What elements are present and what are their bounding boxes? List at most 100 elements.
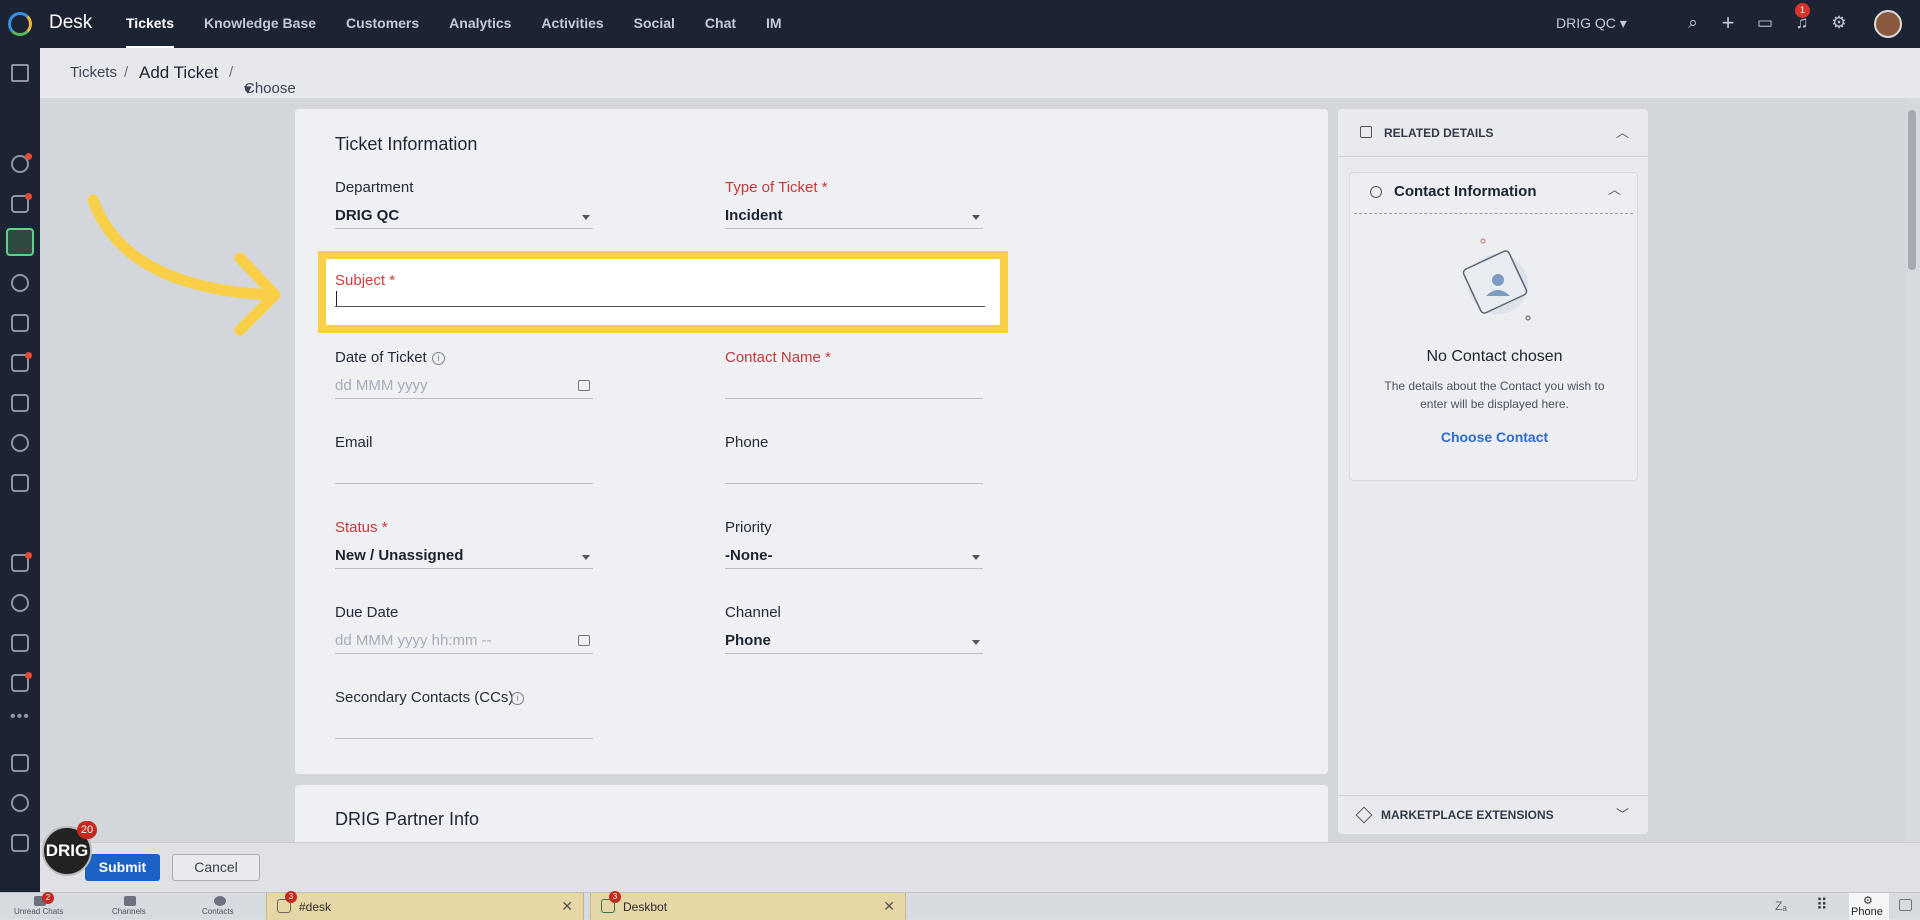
dialpad-icon[interactable]: ⠿ bbox=[1816, 895, 1828, 915]
info-icon[interactable]: i bbox=[511, 692, 524, 705]
report-icon[interactable] bbox=[11, 474, 29, 492]
form-action-bar: Submit Cancel bbox=[40, 842, 1920, 892]
phone-input[interactable] bbox=[725, 483, 983, 484]
more-icon[interactable]: ••• bbox=[10, 708, 30, 726]
marketplace-title: MARKETPLACE EXTENSIONS bbox=[1381, 808, 1554, 822]
subject-label: Subject * bbox=[335, 272, 396, 289]
page-scrollbar[interactable] bbox=[1905, 98, 1920, 842]
choose-contact-link[interactable]: Choose Contact bbox=[1350, 429, 1639, 445]
chat-tab-deskbot[interactable]: 3 Deskbot ✕ bbox=[590, 891, 906, 920]
search-icon[interactable]: ⌕ bbox=[1683, 13, 1703, 33]
status-underline bbox=[335, 568, 593, 569]
subject-input[interactable] bbox=[335, 306, 985, 307]
chevron-down-icon[interactable] bbox=[972, 555, 980, 560]
home-icon[interactable] bbox=[11, 64, 29, 82]
bolt-icon[interactable] bbox=[11, 594, 29, 612]
sidebar-alert-dot bbox=[25, 672, 32, 679]
unread-chats-badge: 2 bbox=[42, 892, 54, 904]
status-select[interactable]: New / Unassigned bbox=[335, 547, 463, 564]
close-icon[interactable]: ✕ bbox=[883, 898, 895, 915]
section-title: Ticket Information bbox=[335, 134, 478, 154]
divider bbox=[1354, 213, 1633, 214]
calendar-icon[interactable] bbox=[578, 380, 590, 391]
cancel-button[interactable]: Cancel bbox=[172, 854, 260, 881]
chevron-down-icon[interactable]: ﹀ bbox=[1616, 804, 1629, 823]
phone-widget[interactable]: ⚙ Phone bbox=[1849, 893, 1889, 920]
unread-chats-label[interactable]: Unread Chats bbox=[14, 907, 63, 916]
user-avatar[interactable] bbox=[1874, 10, 1902, 38]
partner-section-title: DRIG Partner Info bbox=[335, 809, 480, 829]
priority-label: Priority bbox=[725, 519, 772, 536]
nav-knowledge-base[interactable]: Knowledge Base bbox=[204, 0, 316, 48]
channel-select[interactable]: Phone bbox=[725, 632, 771, 649]
contact-book-illustration-icon bbox=[1462, 238, 1531, 321]
chat-tab-badge: 3 bbox=[285, 891, 297, 903]
org-name: DRIG QC bbox=[1556, 15, 1616, 31]
close-icon[interactable]: ✕ bbox=[561, 898, 573, 915]
contact-info-title: Contact Information bbox=[1394, 183, 1537, 200]
bug-icon[interactable] bbox=[11, 314, 29, 332]
channels-label[interactable]: Channels bbox=[112, 907, 146, 916]
chevron-down-icon[interactable] bbox=[972, 215, 980, 220]
nav-chat[interactable]: Chat bbox=[705, 0, 736, 48]
ticket-queue-icon[interactable]: ▭ bbox=[1755, 13, 1775, 33]
related-details-title: RELATED DETAILS bbox=[1384, 126, 1494, 140]
archive-icon[interactable] bbox=[1899, 899, 1912, 911]
calendar-icon[interactable] bbox=[578, 635, 590, 646]
nav-analytics[interactable]: Analytics bbox=[449, 0, 511, 48]
date-of-ticket-label: Date of Ticket bbox=[335, 349, 427, 366]
priority-select[interactable]: -None- bbox=[725, 547, 773, 564]
due-date-label: Due Date bbox=[335, 604, 399, 621]
chevron-down-icon: ▾ bbox=[244, 81, 252, 98]
nav-customers[interactable]: Customers bbox=[346, 0, 419, 48]
breadcrumb-tickets[interactable]: Tickets bbox=[70, 64, 117, 81]
cc-input[interactable] bbox=[335, 738, 593, 739]
chevron-down-icon[interactable] bbox=[972, 640, 980, 645]
tickets-module-icon[interactable] bbox=[6, 228, 34, 256]
nav-tickets[interactable]: Tickets bbox=[126, 0, 174, 48]
nav-activities[interactable]: Activities bbox=[541, 0, 603, 48]
breadcrumb-add-ticket: Add Ticket bbox=[139, 63, 219, 82]
scrollbar-thumb[interactable] bbox=[1908, 110, 1916, 270]
app-name[interactable]: Desk bbox=[49, 12, 92, 34]
channels-icon[interactable] bbox=[124, 896, 136, 906]
contact-information-card: Contact Information ︿ No Contact chosen … bbox=[1349, 172, 1638, 481]
chevron-up-icon[interactable]: ︿ bbox=[1616, 122, 1629, 141]
chat-tab-desk[interactable]: 3 #desk ✕ bbox=[266, 891, 584, 920]
notes-icon[interactable] bbox=[11, 754, 29, 772]
ticket-form-card: Ticket Information Department DRIG QC Ty… bbox=[295, 109, 1328, 774]
wallet-icon[interactable] bbox=[11, 834, 29, 852]
contacts-icon[interactable] bbox=[214, 896, 226, 906]
submit-button[interactable]: Submit bbox=[85, 854, 160, 881]
text-cursor bbox=[336, 291, 337, 307]
date-of-ticket-input[interactable]: dd MMM yyyy bbox=[335, 377, 428, 394]
contact-name-input[interactable] bbox=[725, 398, 983, 399]
document-icon[interactable] bbox=[11, 634, 29, 652]
contacts-label[interactable]: Contacts bbox=[202, 907, 234, 916]
lookup-icon[interactable] bbox=[11, 794, 29, 812]
gear-icon[interactable]: ⚙ bbox=[1829, 13, 1849, 33]
desk-logo-icon[interactable] bbox=[8, 12, 32, 36]
nav-social[interactable]: Social bbox=[634, 0, 675, 48]
breadcrumb: Tickets / Add Ticket / Choose Ticket Tem… bbox=[40, 48, 1920, 131]
type-of-ticket-select[interactable]: Incident bbox=[725, 207, 783, 224]
department-select[interactable]: DRIG QC bbox=[335, 207, 399, 224]
group-icon[interactable] bbox=[11, 434, 29, 452]
related-details-header[interactable]: RELATED DETAILS ︿ bbox=[1338, 109, 1648, 157]
nav-im[interactable]: IM bbox=[766, 0, 782, 48]
marketplace-extensions-header[interactable]: MARKETPLACE EXTENSIONS ﹀ bbox=[1338, 795, 1648, 835]
translate-icon[interactable]: Zₐ bbox=[1775, 899, 1787, 913]
department-underline bbox=[335, 228, 593, 229]
chevron-down-icon[interactable] bbox=[582, 215, 590, 220]
at-icon[interactable] bbox=[11, 274, 29, 292]
due-date-input[interactable]: dd MMM yyyy hh:mm -- bbox=[335, 632, 492, 649]
email-input[interactable] bbox=[335, 483, 593, 484]
add-icon[interactable]: + bbox=[1718, 12, 1738, 34]
date-underline bbox=[335, 398, 593, 399]
chevron-down-icon[interactable] bbox=[582, 555, 590, 560]
org-switcher[interactable]: DRIG QC ▾ bbox=[1556, 15, 1627, 32]
inbox-icon[interactable] bbox=[11, 394, 29, 412]
chevron-up-icon[interactable]: ︿ bbox=[1608, 179, 1621, 198]
info-icon[interactable]: i bbox=[432, 352, 445, 365]
annotation-arrow-icon bbox=[87, 194, 281, 336]
